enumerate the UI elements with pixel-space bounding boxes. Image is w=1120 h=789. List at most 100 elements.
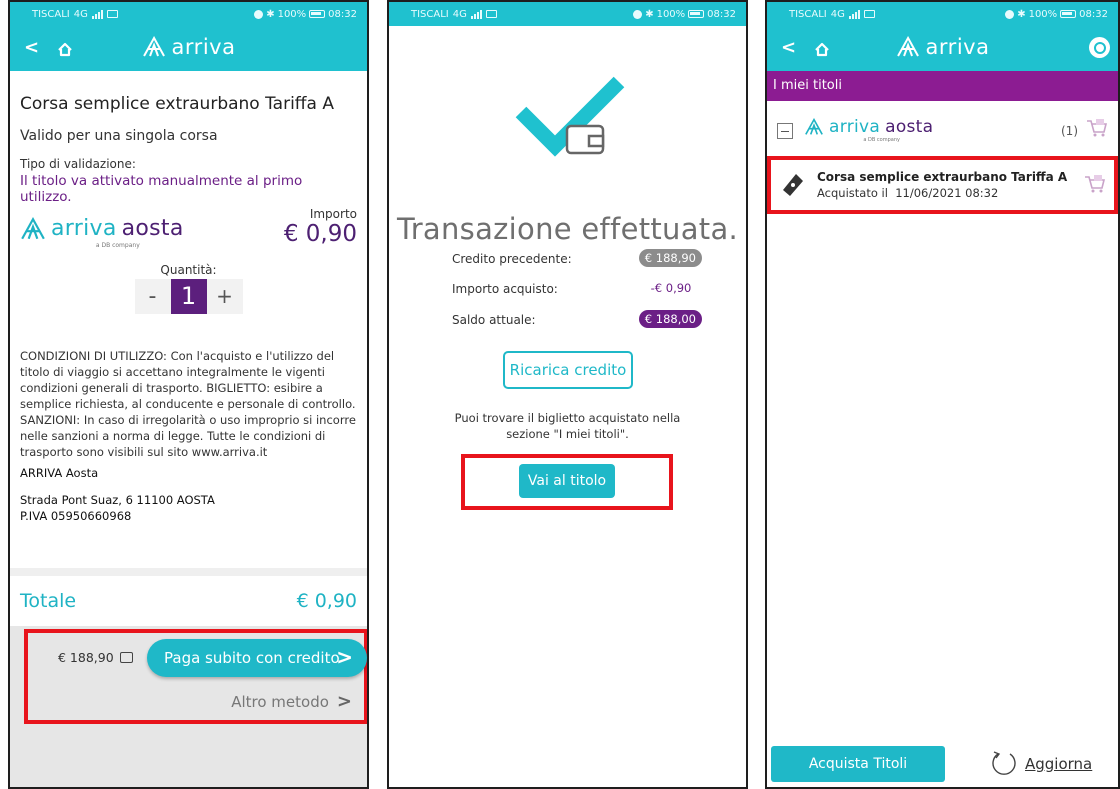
arriva-aosta-logo: arriva aosta a DB company	[20, 217, 184, 249]
app-bar: < arriva	[10, 26, 367, 71]
signal-icon	[848, 9, 860, 19]
quantity-minus-button[interactable]: -	[134, 279, 171, 314]
collapse-icon[interactable]	[777, 123, 793, 139]
arriva-logo-text: arriva	[171, 35, 236, 59]
other-method-label: Altro metodo	[231, 692, 329, 711]
find-ticket-note: Puoi trovare il biglietto acquistato nel…	[454, 411, 681, 441]
arriva-logo-icon	[142, 36, 165, 57]
ticket-title: Corsa semplice extraurbano Tariffa A	[20, 94, 334, 114]
network-label: 4G	[73, 8, 88, 20]
status-bar: TISCALI 4G ✱ 100% 08:32	[767, 2, 1118, 26]
network-label: 4G	[830, 8, 845, 20]
battery-level: 100%	[1028, 8, 1058, 20]
ticket-price: € 0,90	[283, 221, 357, 247]
current-balance-value: € 188,00	[638, 310, 702, 328]
credit-amount: € 188,90	[58, 650, 114, 665]
brand-word-aosta: aosta	[885, 117, 934, 137]
quantity-plus-button[interactable]: +	[206, 279, 243, 314]
recharge-credit-button[interactable]: Ricarica credito	[503, 351, 633, 389]
total-row: Totale € 0,90	[20, 590, 357, 612]
arriva-aosta-logo: arriva aosta a DB company	[804, 118, 933, 143]
arriva-aosta-logo-icon	[805, 118, 823, 135]
purchase-screen: TISCALI 4G ✱ 100% 08:32 < arriva Corsa semp…	[8, 0, 369, 789]
chevron-right-icon: >	[336, 691, 352, 712]
ticket-date-value: 11/06/2021 08:32	[895, 186, 999, 200]
operator-group-row[interactable]: arriva aosta a DB company (1)	[767, 101, 1118, 159]
refresh-link[interactable]: Aggiorna	[989, 749, 1092, 779]
arriva-aosta-logo-icon	[21, 217, 45, 240]
quantity-value: 1	[170, 279, 207, 314]
transaction-title: Transazione effettuata.	[396, 212, 739, 246]
current-balance-label: Saldo attuale:	[452, 313, 536, 327]
clock: 08:32	[1079, 8, 1108, 20]
brand-subtitle: a DB company	[863, 137, 900, 143]
user-icon[interactable]	[1089, 37, 1110, 58]
status-bar: TISCALI 4G ✱ 100% 08:32	[10, 2, 367, 26]
cart-icon[interactable]	[1086, 118, 1108, 138]
highlight-box: € 188,90 Paga subito con credito > Altro…	[24, 629, 367, 724]
previous-credit-value: € 188,90	[638, 249, 702, 267]
arriva-logo: arriva	[896, 35, 990, 59]
arriva-logo-icon	[896, 36, 919, 57]
buy-titles-button[interactable]: Acquista Titoli	[771, 746, 945, 782]
battery-level: 100%	[656, 8, 686, 20]
validation-value: Il titolo va attivato manualmente al pri…	[20, 173, 303, 205]
home-icon[interactable]	[813, 40, 831, 58]
brand-word-arriva: arriva	[51, 216, 117, 241]
carrier-label: TISCALI	[32, 8, 70, 20]
eye-icon	[254, 9, 264, 19]
titles-footer: Acquista Titoli Aggiorna	[767, 741, 1118, 787]
validation-label: Tipo di validazione:	[20, 157, 136, 171]
chevron-right-icon: >	[336, 645, 353, 669]
vat-number: P.IVA 05950660968	[20, 509, 132, 523]
address-line: Strada Pont Suaz, 6 11100 AOSTA	[20, 493, 215, 507]
status-bar: TISCALI 4G ✱ 100% 08:32	[389, 2, 746, 26]
company-address: Strada Pont Suaz, 6 11100 AOSTA P.IVA 05…	[20, 492, 357, 524]
arriva-logo-text: arriva	[925, 35, 990, 59]
signal-icon	[470, 9, 482, 19]
checkmark-wallet-icon	[515, 76, 625, 157]
bluetooth-icon: ✱	[266, 8, 275, 20]
carrier-label: TISCALI	[789, 8, 827, 20]
section-title: I miei titoli	[767, 71, 1118, 101]
brand-subtitle: a DB company	[95, 242, 140, 249]
cart-icon[interactable]	[1084, 174, 1106, 194]
screen-icon	[863, 10, 875, 18]
screen-icon	[106, 10, 118, 18]
credit-balance: € 188,90	[58, 650, 133, 665]
ticket-list-item[interactable]: Corsa semplice extraurbano Tariffa A Acq…	[767, 156, 1118, 214]
ticket-date-label: Acquistato il	[817, 186, 888, 200]
purchase-amount-row: Importo acquisto: -€ 0,90	[452, 281, 702, 296]
confirmation-body: Transazione effettuata. Credito preceden…	[389, 26, 746, 787]
back-icon[interactable]: <	[781, 37, 796, 59]
current-balance-row: Saldo attuale: € 188,00	[452, 310, 702, 328]
brand-word-aosta: aosta	[121, 216, 184, 241]
my-titles-screen: TISCALI 4G ✱ 100% 08:32 < arriva I miei tit…	[765, 0, 1120, 789]
pay-with-credit-button[interactable]: Paga subito con credito >	[147, 639, 367, 677]
total-value: € 0,90	[296, 590, 357, 612]
other-method-link[interactable]: Altro metodo >	[231, 691, 352, 712]
ticket-validity: Valido per una singola corsa	[20, 128, 218, 144]
go-to-ticket-button[interactable]: Vai al titolo	[519, 464, 615, 498]
back-icon[interactable]: <	[24, 37, 39, 59]
conditions-text: CONDIZIONI DI UTILIZZO: Con l'acquisto e…	[20, 349, 356, 459]
home-icon[interactable]	[56, 40, 74, 58]
total-label: Totale	[20, 590, 77, 612]
brand-price-row: arriva aosta a DB company € 0,90	[20, 217, 357, 249]
divider	[10, 568, 367, 576]
bluetooth-icon: ✱	[645, 8, 654, 20]
refresh-icon	[992, 751, 1016, 775]
previous-credit-row: Credito precedente: € 188,90	[452, 249, 702, 267]
app-bar: < arriva	[767, 26, 1118, 71]
arriva-logo: arriva	[142, 35, 236, 59]
carrier-label: TISCALI	[411, 8, 449, 20]
brand-word-arriva: arriva	[829, 117, 881, 137]
refresh-label: Aggiorna	[1025, 755, 1093, 773]
purchase-details: Corsa semplice extraurbano Tariffa A Val…	[10, 94, 367, 524]
wallet-icon	[119, 652, 133, 663]
ticket-count: (1)	[1061, 124, 1078, 138]
ticket-title: Corsa semplice extraurbano Tariffa A	[817, 170, 1068, 184]
battery-level: 100%	[277, 8, 307, 20]
ticket-purchase-date: Acquistato il 11/06/2021 08:32	[817, 186, 998, 200]
network-label: 4G	[452, 8, 467, 20]
